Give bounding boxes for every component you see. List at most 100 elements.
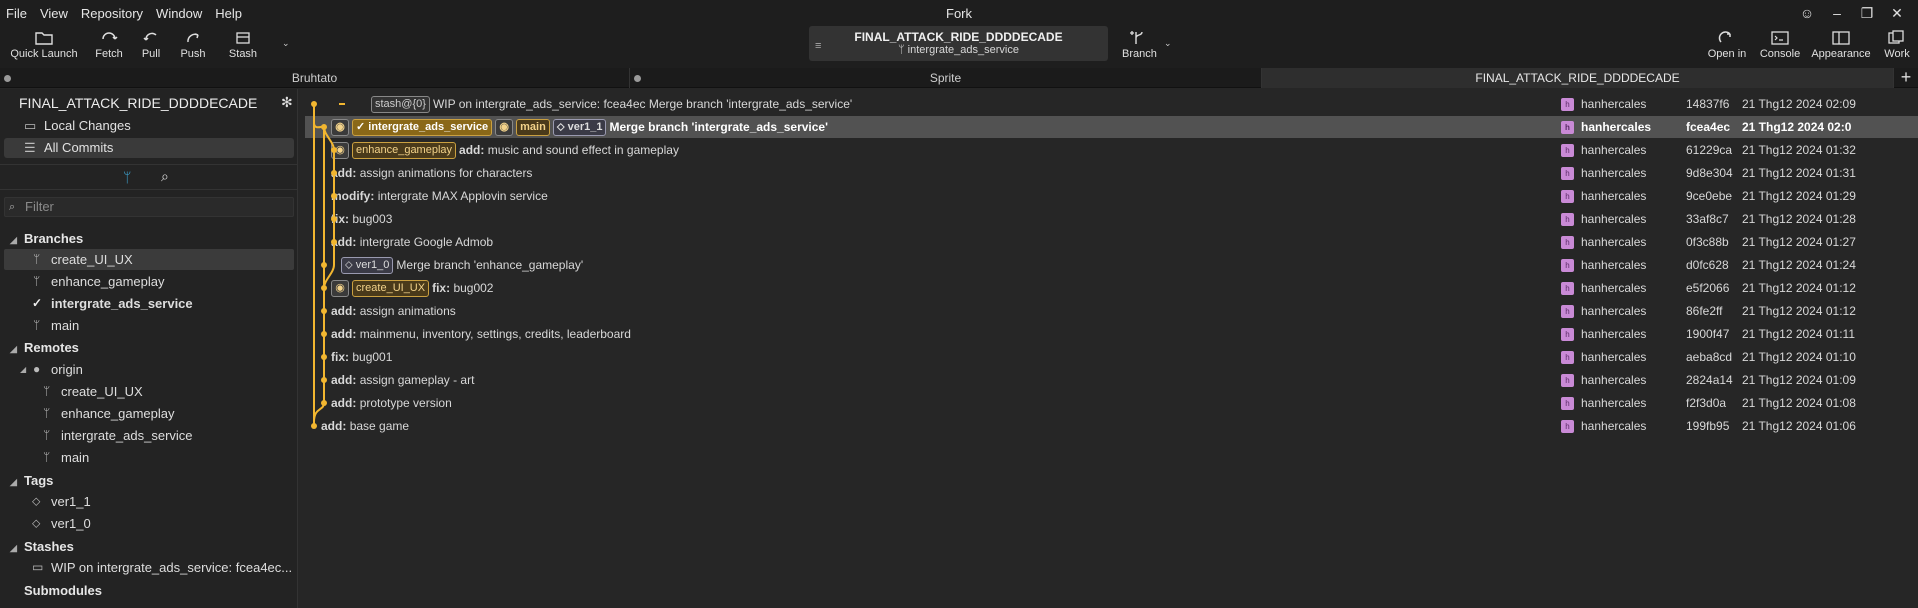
local-changes-label: Local Changes	[44, 118, 131, 133]
commit-row[interactable]: stash@{0} WIP on intergrate_ads_service: …	[305, 93, 1918, 115]
graph-node[interactable]	[331, 239, 337, 245]
branch-dropdown-icon[interactable]: ⌄	[1164, 38, 1172, 49]
hamburger-icon[interactable]: ≡	[815, 40, 821, 52]
menu-repository[interactable]: Repository	[81, 6, 143, 21]
graph-node[interactable]	[321, 124, 327, 130]
tab-sprite[interactable]: Sprite	[630, 68, 1262, 88]
remote-branch-label: main	[61, 450, 90, 465]
pull-button[interactable]: Pull	[130, 28, 172, 60]
branches-section[interactable]: ◢ Branches	[10, 229, 83, 249]
tab-final-attack-ride[interactable]: FINAL_ATTACK_RIDE_DDDDECADE	[1262, 68, 1894, 88]
graph-node[interactable]	[331, 147, 337, 153]
local-changes-item[interactable]: ▭ Local Changes	[4, 116, 294, 136]
submodules-section[interactable]: Submodules	[10, 581, 102, 601]
tags-section[interactable]: ◢ Tags	[10, 471, 53, 491]
graph-node[interactable]	[311, 101, 317, 107]
graph-node[interactable]	[321, 354, 327, 360]
avatar: h	[1561, 282, 1574, 295]
console-button[interactable]: Console	[1754, 28, 1806, 60]
commit-row[interactable]: add: prototype version h hanhercales f2f3d0…	[305, 392, 1918, 414]
remote-branch-item[interactable]: ᛘ enhance_gameplay	[4, 403, 294, 424]
menu-file[interactable]: File	[6, 6, 27, 21]
branches-view-icon[interactable]: ᛘ	[123, 169, 131, 185]
commit-row[interactable]: ◉ ✓ intergrate_ads_service ◉ main ⬦ ver1_1 Me…	[305, 116, 1918, 138]
workspace-button[interactable]: Work	[1876, 28, 1918, 60]
commit-row[interactable]: ◉ enhance_gameplay add: music and sound ef…	[305, 139, 1918, 161]
branch-item[interactable]: ᛘ main	[4, 315, 294, 336]
graph-node[interactable]	[321, 262, 327, 268]
avatar: h	[1561, 167, 1574, 180]
commit-row[interactable]: add: base game h hanhercales 199fb95 21 Thg1…	[305, 415, 1918, 437]
filter-input[interactable]: ⌕ Filter	[4, 197, 294, 217]
commit-message-text: Merge branch 'intergrate_ads_service'	[609, 120, 828, 134]
appearance-button[interactable]: Appearance	[1806, 28, 1876, 60]
close-button[interactable]: ✕	[1882, 3, 1912, 23]
remote-branch-item[interactable]: ᛘ intergrate_ads_service	[4, 425, 294, 446]
branch-icon: ᛘ	[43, 384, 51, 398]
menu-view[interactable]: View	[40, 6, 68, 21]
push-button[interactable]: Push	[172, 28, 214, 60]
branch-item[interactable]: ᛘ create_UI_UX	[4, 249, 294, 270]
branch-badge[interactable]: main	[516, 119, 550, 137]
restore-button[interactable]: ❐	[1852, 3, 1882, 23]
commit-row[interactable]: fix: bug003 h hanhercales 33af8c7 21 Thg12 2…	[305, 208, 1918, 230]
graph-node[interactable]	[321, 331, 327, 337]
commit-row[interactable]: fix: bug001 h hanhercales aeba8cd 21 Thg12 2…	[305, 346, 1918, 368]
menu-window[interactable]: Window	[156, 6, 202, 21]
commit-prefix: fix:	[432, 281, 451, 295]
graph-node[interactable]	[321, 285, 327, 291]
menu-help[interactable]: Help	[215, 6, 242, 21]
tag-item[interactable]: ⬦ ver1_1	[4, 491, 294, 512]
stash-dropdown-icon[interactable]: ⌄	[282, 38, 290, 49]
commit-row[interactable]: add: mainmenu, inventory, settings, cred…	[305, 323, 1918, 345]
branch-button[interactable]: Branch	[1122, 28, 1157, 60]
commit-date: 21 Thg12 2024 01:10	[1742, 350, 1856, 364]
stashes-label: Stashes	[24, 539, 74, 554]
graph-node[interactable]	[321, 377, 327, 383]
stash-badge[interactable]: stash@{0}	[371, 96, 430, 114]
commit-sha: 9d8e304	[1686, 166, 1733, 180]
remote-branch-label: enhance_gameplay	[61, 406, 175, 421]
commit-row[interactable]: add: assign animations h hanhercales 86fe2f…	[305, 300, 1918, 322]
add-tab-button[interactable]: +	[1896, 68, 1916, 88]
smiley-icon[interactable]: ☺	[1792, 3, 1822, 23]
remote-branch-item[interactable]: ᛘ create_UI_UX	[4, 381, 294, 402]
commit-row[interactable]: ⬦ ver1_0 Merge branch 'enhance_gameplay' h…	[305, 254, 1918, 276]
commit-author: hanhercales	[1581, 97, 1647, 111]
commit-list: stash@{0} WIP on intergrate_ads_service: …	[299, 89, 1918, 608]
graph-node[interactable]	[331, 193, 337, 199]
minimize-button[interactable]: –	[1822, 3, 1852, 23]
commit-row[interactable]: add: assign animations for characters h ha…	[305, 162, 1918, 184]
console-label: Console	[1759, 48, 1801, 60]
branch-icon: ᛘ	[33, 252, 41, 266]
fetch-button[interactable]: Fetch	[88, 28, 130, 60]
remotes-section[interactable]: ◢ Remotes	[10, 338, 79, 358]
repository-selector[interactable]: ≡ FINAL_ATTACK_RIDE_DDDDECADE ᛘ intergra…	[809, 26, 1108, 61]
gear-icon[interactable]: ✻	[281, 94, 293, 111]
graph-node[interactable]	[311, 423, 317, 429]
remote-branch-item[interactable]: ᛘ main	[4, 447, 294, 468]
commit-row[interactable]: modify: intergrate MAX Applovin service h…	[305, 185, 1918, 207]
graph-node[interactable]	[321, 308, 327, 314]
commit-row[interactable]: add: intergrate Google Admob h hanhercales…	[305, 231, 1918, 253]
all-commits-item[interactable]: ☰ All Commits	[4, 138, 294, 158]
search-icon[interactable]: ⌕	[161, 168, 169, 185]
remote-origin[interactable]: ◢ ● origin	[4, 359, 294, 380]
stash-item[interactable]: ▭ WIP on intergrate_ads_service: fcea4ec.…	[4, 557, 294, 578]
quick-launch-button[interactable]: Quick Launch	[0, 28, 88, 60]
branch-item-current[interactable]: ✓ intergrate_ads_service	[4, 293, 294, 314]
commit-sha: 199fb95	[1686, 419, 1730, 433]
tag-badge[interactable]: ⬦ ver1_1	[552, 119, 607, 137]
graph-node[interactable]	[331, 170, 337, 176]
commit-row[interactable]: add: assign gameplay - art h hanhercales 28…	[305, 369, 1918, 391]
graph-node[interactable]	[331, 216, 337, 222]
tab-bruhtato[interactable]: Bruhtato	[0, 68, 630, 88]
branch-item[interactable]: ᛘ enhance_gameplay	[4, 271, 294, 292]
stashes-section[interactable]: ◢ Stashes	[10, 537, 74, 557]
commit-row[interactable]: ◉ create_UI_UX fix: bug002 h hanhercales e5f2…	[305, 277, 1918, 299]
stash-button[interactable]: Stash	[214, 28, 272, 60]
graph-node[interactable]	[321, 400, 327, 406]
repo-current-branch: ᛘ intergrate_ads_service	[809, 44, 1108, 56]
open-in-button[interactable]: Open in	[1700, 28, 1754, 60]
tag-item[interactable]: ⬦ ver1_0	[4, 513, 294, 534]
